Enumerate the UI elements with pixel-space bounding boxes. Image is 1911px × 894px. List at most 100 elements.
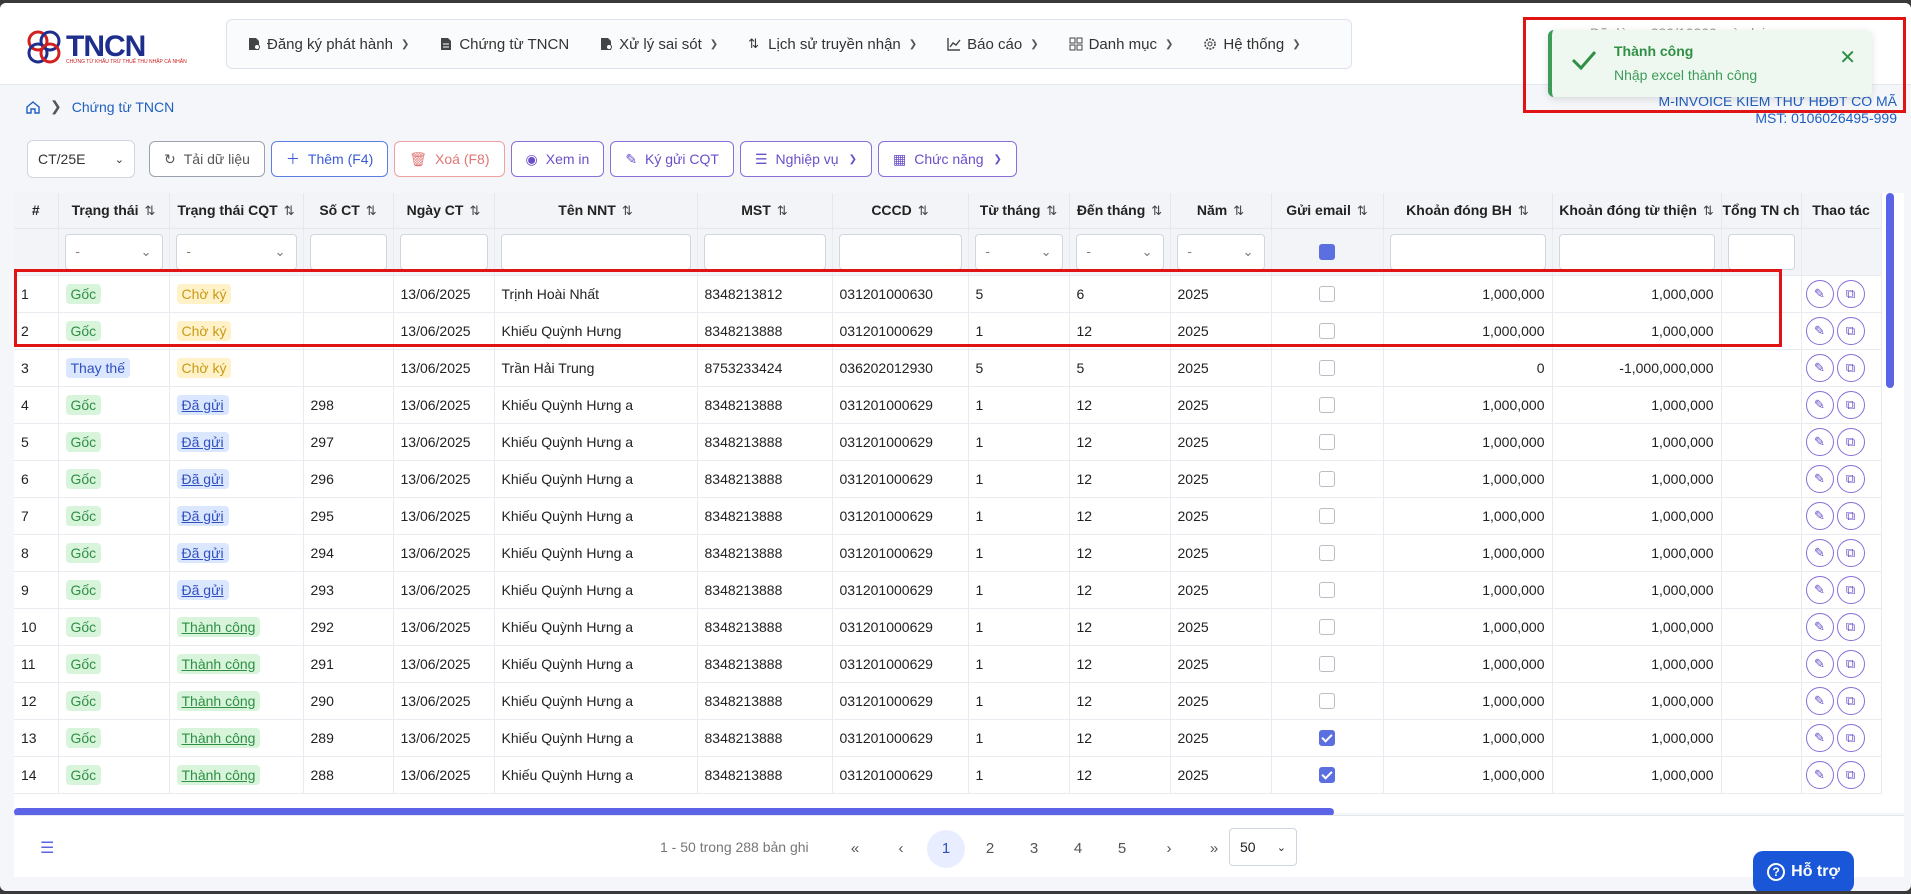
table-row[interactable]: 14 Gốc Thành công 288 13/06/2025 Khiếu Quỳnh … [14,756,1882,794]
table-row[interactable]: 12 Gốc Thành công 290 13/06/2025 Khiếu Quỳnh … [14,682,1882,720]
column-header[interactable]: Khoản đóng từ thiện ⇅ [1552,193,1722,229]
edit-icon[interactable]: ✎ [1805,390,1834,419]
copy-icon[interactable]: ⧉ [1836,316,1865,345]
send-email-checkbox[interactable] [1319,360,1335,377]
menu-he-thong[interactable]: Hệ thống ❯ [1203,36,1301,53]
menu-chung-tu-tncn[interactable]: Chứng từ TNCN [439,36,569,53]
edit-icon[interactable]: ✎ [1805,760,1834,789]
edit-icon[interactable]: ✎ [1805,612,1834,641]
logo[interactable]: TNCN CHỨNG TỪ KHẤU TRỪ THUẾ THU NHẬP CÁ … [24,25,187,69]
filter-select[interactable]: - ⌄ [974,233,1063,270]
prev-page-button[interactable]: ‹ [882,830,920,868]
edit-icon[interactable]: ✎ [1805,538,1834,567]
send-email-checkbox[interactable] [1319,730,1335,747]
menu-xu-ly-sai-sot[interactable]: Xử lý sai sót ❯ [599,36,718,53]
send-email-checkbox[interactable] [1319,619,1335,636]
menu-dang-ky-phat-hanh[interactable]: Đăng ký phát hành ❯ [247,36,409,53]
edit-icon[interactable]: ✎ [1805,723,1834,752]
filter-checkbox[interactable] [1319,244,1335,261]
table-row[interactable]: 13 Gốc Thành công 289 13/06/2025 Khiếu Quỳnh … [14,719,1882,757]
home-icon[interactable] [26,100,40,114]
copy-icon[interactable]: ⧉ [1836,686,1865,715]
send-email-checkbox[interactable] [1319,397,1335,414]
page-button[interactable]: 5 [1103,830,1141,868]
cqt-status-badge[interactable]: Thành công [176,764,261,785]
sign-send-button[interactable]: ✎ Ký gửi CQT [610,141,734,177]
copy-icon[interactable]: ⧉ [1836,760,1865,789]
cqt-status-badge[interactable]: Thành công [176,653,261,674]
sort-icon[interactable]: ⇅ [777,203,788,218]
sort-icon[interactable]: ⇅ [1518,203,1529,218]
copy-icon[interactable]: ⧉ [1836,464,1865,493]
filter-select[interactable]: - ⌄ [1075,233,1164,270]
edit-icon[interactable]: ✎ [1805,427,1834,456]
filter-select[interactable]: - ⌄ [1176,233,1265,270]
copy-icon[interactable]: ⧉ [1836,723,1865,752]
vertical-scrollbar[interactable] [1886,193,1894,388]
edit-icon[interactable]: ✎ [1805,575,1834,604]
column-header[interactable]: Khoản đóng BH ⇅ [1383,193,1553,229]
column-header[interactable]: Gửi email ⇅ [1271,193,1384,229]
cqt-status-badge[interactable]: Đã gửi [176,431,229,452]
column-header[interactable]: Trạng thái CQT ⇅ [169,193,304,229]
sort-icon[interactable]: ⇅ [918,203,929,218]
table-row[interactable]: 8 Gốc Đã gửi 294 13/06/2025 Khiếu Quỳnh Hưng … [14,534,1882,572]
cqt-status-badge[interactable]: Thành công [176,727,261,748]
table-row[interactable]: 3 Thay thế Chờ ký 13/06/2025 Trần Hải Trung 8… [14,349,1882,387]
sort-icon[interactable]: ⇅ [622,203,633,218]
filter-input[interactable] [838,233,962,270]
table-row[interactable]: 1 Gốc Chờ ký 13/06/2025 Trịnh Hoài Nhất 83482… [14,275,1882,313]
sort-icon[interactable]: ⇅ [145,203,156,218]
preview-button[interactable]: ◉ Xem in [510,141,605,177]
page-button[interactable]: 2 [971,830,1009,868]
sort-icon[interactable]: ⇅ [469,203,480,218]
series-select[interactable]: CT/25E ⌄ [27,140,135,178]
copy-icon[interactable]: ⧉ [1836,279,1865,308]
sort-icon[interactable]: ⇅ [1233,203,1244,218]
column-header[interactable]: Tên NNT ⇅ [494,193,698,229]
reload-button[interactable]: ↻ Tải dữ liệu [149,141,265,177]
column-header[interactable]: Đến tháng ⇅ [1069,193,1171,229]
edit-icon[interactable]: ✎ [1805,279,1834,308]
column-header[interactable]: Từ tháng ⇅ [968,193,1070,229]
send-email-checkbox[interactable] [1319,508,1335,525]
filter-input[interactable] [309,233,387,270]
delete-button[interactable]: 🗑 Xoá (F8) [394,141,505,177]
edit-icon[interactable]: ✎ [1805,649,1834,678]
filter-input[interactable] [1558,233,1715,270]
sort-icon[interactable]: ⇅ [1151,203,1162,218]
sort-icon[interactable]: ⇅ [1703,203,1714,218]
column-header[interactable]: Số CT ⇅ [303,193,394,229]
column-header[interactable]: MST ⇅ [697,193,833,229]
send-email-checkbox[interactable] [1319,286,1335,303]
column-header[interactable]: Trạng thái ⇅ [58,193,170,229]
edit-icon[interactable]: ✎ [1805,501,1834,530]
next-page-button[interactable]: › [1150,830,1188,868]
edit-icon[interactable]: ✎ [1805,316,1834,345]
copy-icon[interactable]: ⧉ [1836,427,1865,456]
page-button[interactable]: 1 [927,830,965,868]
menu-lich-su-truyen-nhan[interactable]: ⇅ Lịch sử truyền nhận ❯ [748,36,917,53]
cqt-status-badge[interactable]: Đã gửi [176,394,229,415]
functions-dropdown-button[interactable]: ▦ Chức năng ❯ [877,141,1017,177]
first-page-button[interactable]: « [836,830,874,868]
table-row[interactable]: 11 Gốc Thành công 291 13/06/2025 Khiếu Quỳnh … [14,645,1882,683]
filter-select[interactable]: - ⌄ [175,233,297,270]
send-email-checkbox[interactable] [1319,323,1335,340]
send-email-checkbox[interactable] [1319,545,1335,562]
send-email-checkbox[interactable] [1319,582,1335,599]
cqt-status-badge[interactable]: Thành công [176,690,261,711]
send-email-checkbox[interactable] [1319,471,1335,488]
copy-icon[interactable]: ⧉ [1836,501,1865,530]
menu-bao-cao[interactable]: Báo cáo ❯ [947,36,1039,53]
send-email-checkbox[interactable] [1319,767,1335,784]
support-button[interactable]: ? Hỗ trợ [1753,851,1854,891]
sort-icon[interactable]: ⇅ [1357,203,1368,218]
close-icon[interactable]: ✕ [1839,45,1856,70]
copy-icon[interactable]: ⧉ [1836,612,1865,641]
add-button[interactable]: ＋ Thêm (F4) [270,141,389,177]
send-email-checkbox[interactable] [1319,434,1335,451]
cqt-status-badge[interactable]: Đã gửi [176,542,229,563]
send-email-checkbox[interactable] [1319,656,1335,673]
cqt-status-badge[interactable]: Đã gửi [176,468,229,489]
